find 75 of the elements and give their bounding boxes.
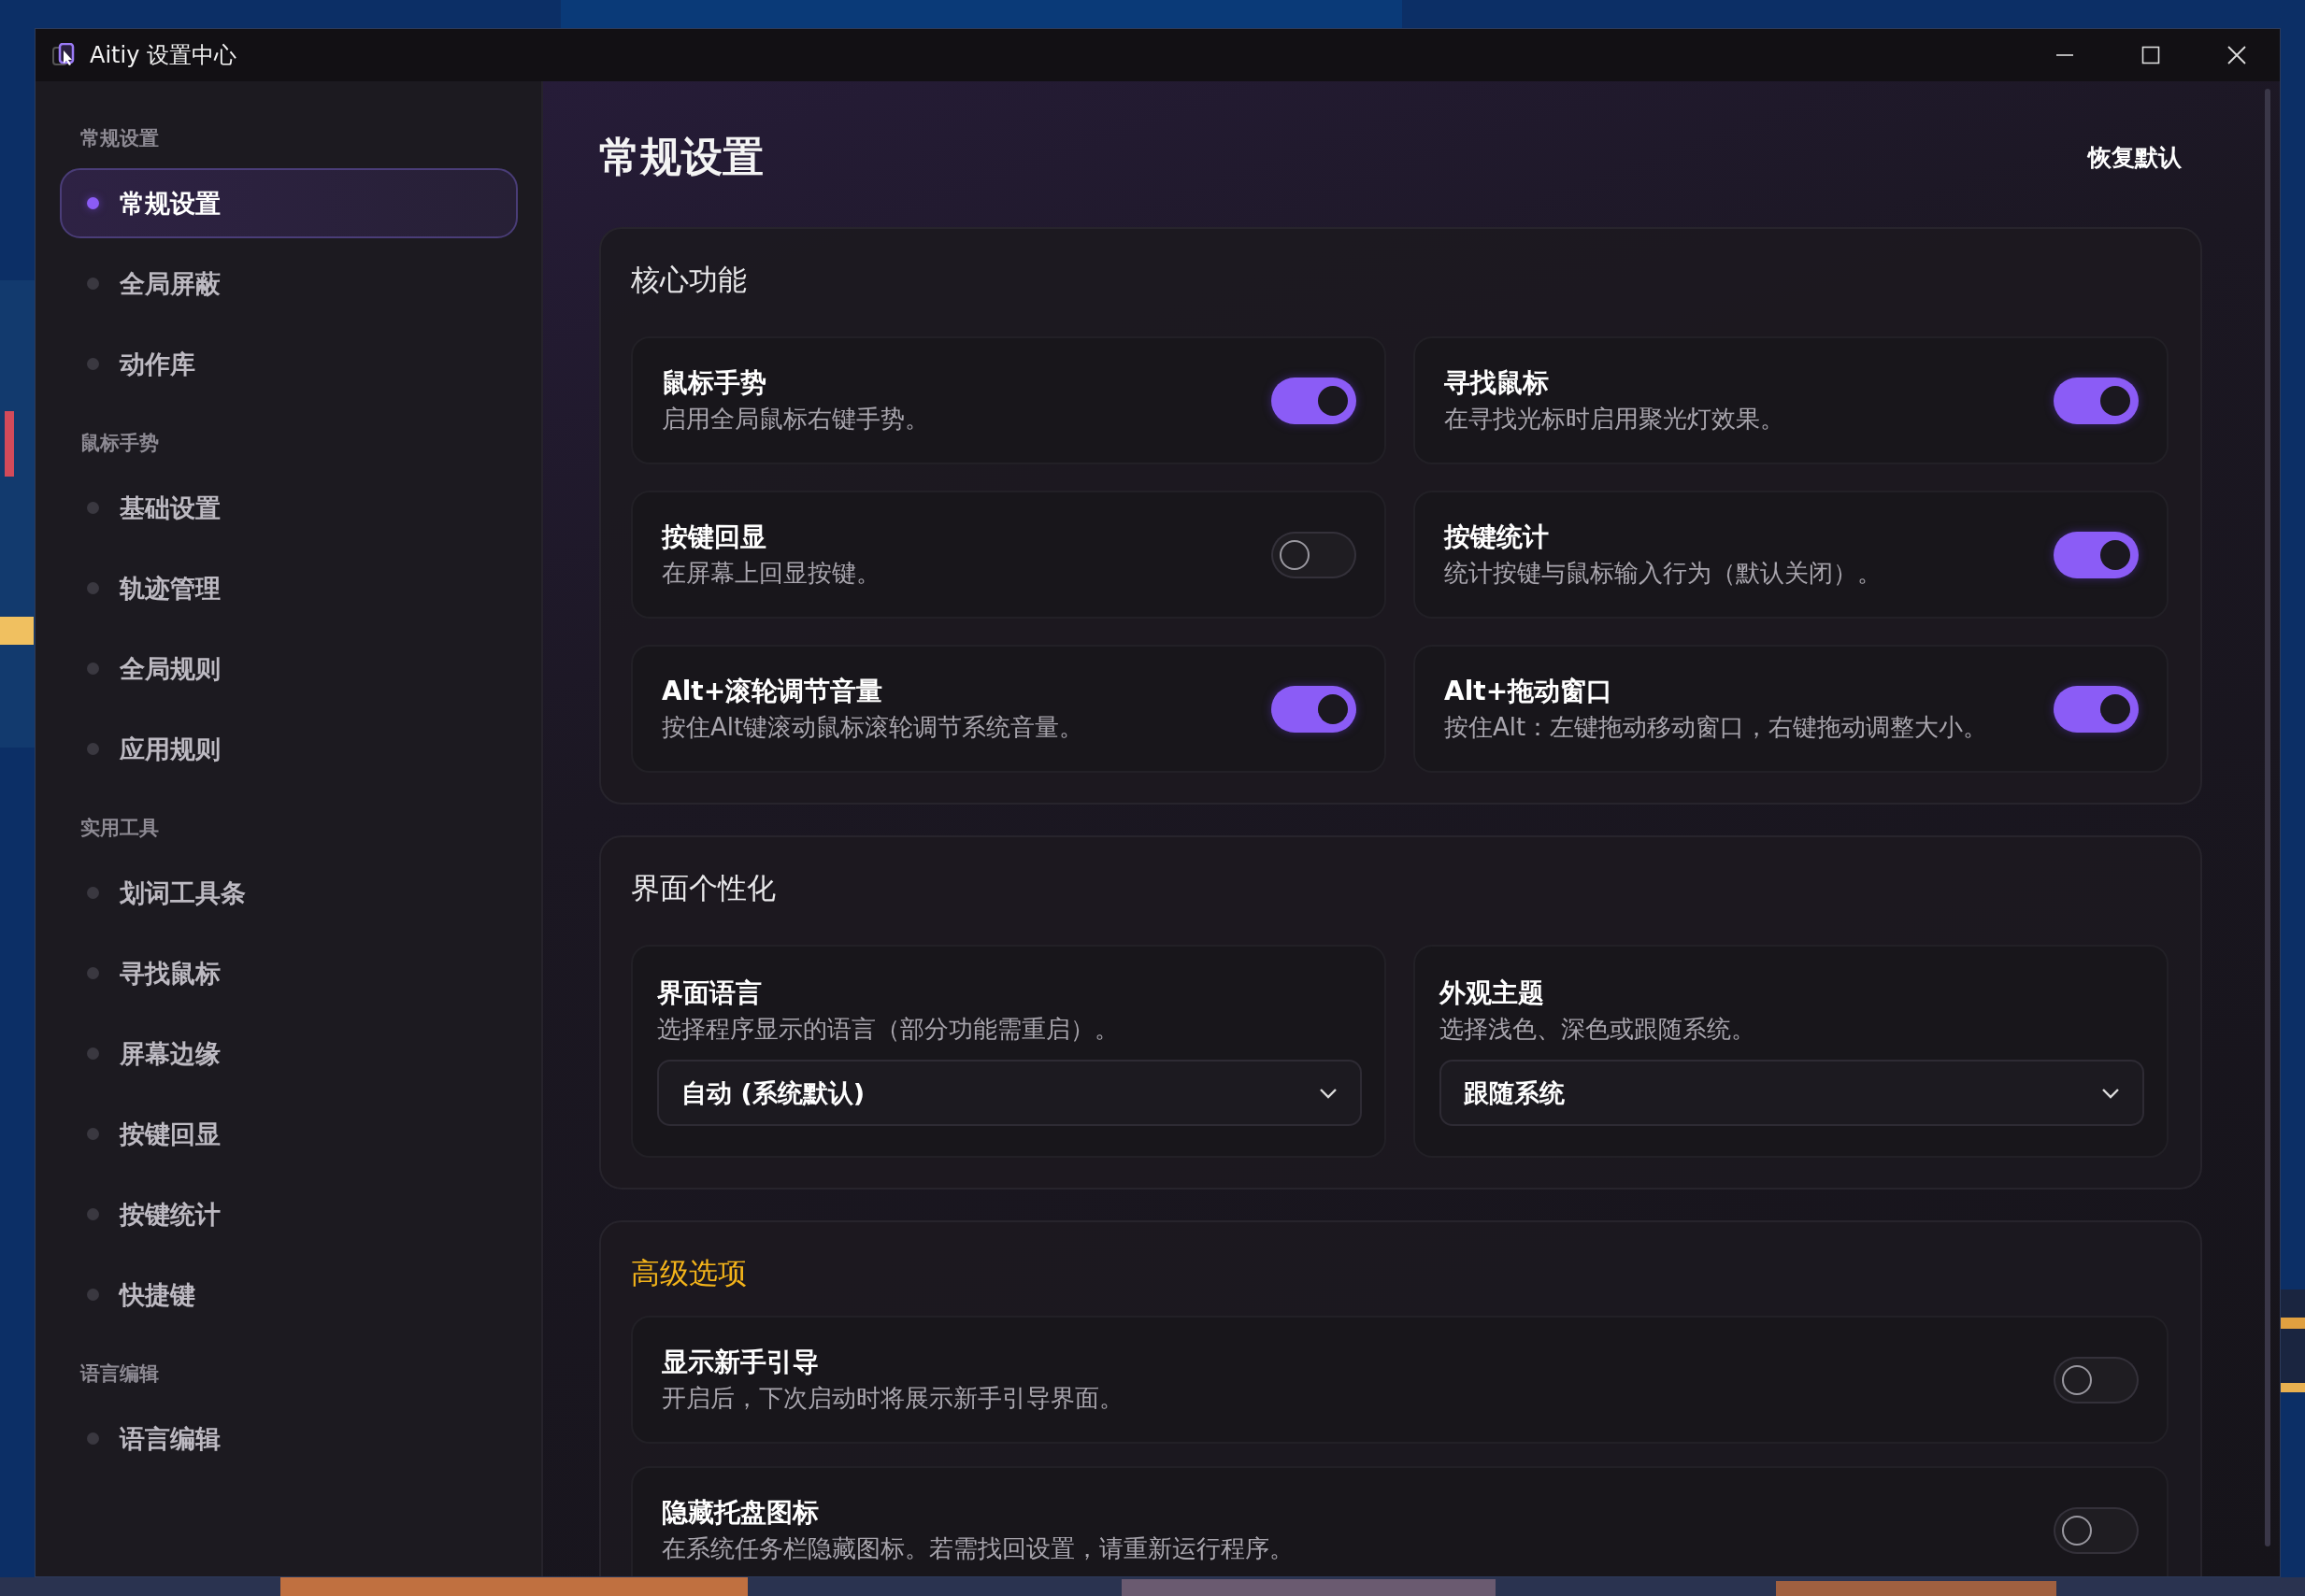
dot-icon	[87, 1047, 99, 1060]
dot-icon	[87, 278, 99, 290]
nav-item[interactable]: 轨迹管理	[60, 553, 518, 623]
nav-item[interactable]: 全局规则	[60, 634, 518, 704]
dot-icon	[87, 967, 99, 979]
dot-icon	[87, 582, 99, 594]
dropdown[interactable]: 自动 (系统默认)	[657, 1060, 1362, 1126]
setting-title: 界面语言	[657, 976, 762, 1010]
setting-title: 寻找鼠标	[1444, 365, 1549, 400]
setting-description: 统计按键与鼠标输入行为（默认关闭）。	[1444, 557, 1882, 589]
card-title: 高级选项	[631, 1255, 747, 1291]
setting-description: 按住Alt：左键拖动移动窗口，右键拖动调整大小。	[1444, 711, 1988, 743]
setting-description: 启用全局鼠标右键手势。	[662, 403, 929, 435]
setting-title: 按键统计	[1444, 520, 1549, 554]
card-title: 界面个性化	[631, 870, 776, 906]
toggle-switch[interactable]	[2054, 685, 2139, 733]
setting-title: Alt+滚轮调节音量	[662, 674, 883, 708]
toggle-switch[interactable]	[2054, 1506, 2139, 1554]
nav-item[interactable]: 动作库	[60, 329, 518, 399]
setting-description: 在寻找光标时启用聚光灯效果。	[1444, 403, 1784, 435]
reset-button[interactable]: 恢复默认	[2068, 131, 2202, 184]
section-heading: 语言编辑	[80, 1361, 160, 1387]
setting-title: 鼠标手势	[662, 365, 766, 400]
nav-item[interactable]: 按键统计	[60, 1179, 518, 1249]
dropdown[interactable]: 跟随系统	[1439, 1060, 2144, 1126]
scrollbar-thumb[interactable]	[2265, 89, 2270, 1546]
toggle-switch[interactable]	[2054, 1356, 2139, 1404]
dot-icon	[87, 197, 99, 209]
setting-description: 在屏幕上回显按键。	[662, 557, 880, 589]
setting-description: 选择浅色、深色或跟随系统。	[1439, 1014, 1755, 1045]
setting-title: Alt+拖动窗口	[1444, 674, 1613, 708]
section-heading: 鼠标手势	[80, 431, 160, 456]
dot-icon	[87, 663, 99, 675]
toggle-switch[interactable]	[1271, 377, 1356, 424]
app-icon	[52, 43, 77, 67]
page-title: 常规设置	[599, 132, 764, 182]
setting-description: 选择程序显示的语言（部分功能需重启）。	[657, 1014, 1119, 1045]
nav-item[interactable]: 全局屏蔽	[60, 249, 518, 319]
nav-item[interactable]: 应用规则	[60, 714, 518, 784]
dot-icon	[87, 1208, 99, 1220]
nav-item[interactable]: 按键回显	[60, 1099, 518, 1169]
dot-icon	[87, 887, 99, 899]
nav-item[interactable]: 快捷键	[60, 1260, 518, 1330]
setting-title: 外观主题	[1439, 976, 1544, 1010]
minimize-icon	[2055, 54, 2074, 56]
nav-item[interactable]: 寻找鼠标	[60, 938, 518, 1008]
nav-item[interactable]: 屏幕边缘	[60, 1019, 518, 1089]
setting-title: 显示新手引导	[662, 1345, 819, 1379]
setting-title: 隐藏托盘图标	[662, 1495, 819, 1530]
dot-icon	[87, 1432, 99, 1445]
dot-icon	[87, 1128, 99, 1140]
toggle-switch[interactable]	[2054, 377, 2139, 424]
maximize-icon	[2141, 46, 2160, 64]
dot-icon	[87, 1289, 99, 1301]
toggle-switch[interactable]	[2054, 531, 2139, 578]
setting-title: 按键回显	[662, 520, 766, 554]
setting-description: 在系统任务栏隐藏图标。若需找回设置，请重新运行程序。	[662, 1532, 1294, 1564]
caret-icon	[1319, 1087, 1338, 1099]
toggle-switch[interactable]	[1271, 531, 1356, 578]
nav-item[interactable]: 划词工具条	[60, 858, 518, 928]
close-icon	[2226, 45, 2247, 65]
section-heading: 实用工具	[80, 816, 160, 841]
caret-icon	[2101, 1087, 2120, 1099]
window-title: Aitiy 设置中心	[90, 41, 236, 70]
dot-icon	[87, 743, 99, 755]
toggle-switch[interactable]	[1271, 685, 1356, 733]
nav-item[interactable]: 常规设置	[60, 168, 518, 238]
setting-description: 开启后，下次启动时将展示新手引导界面。	[662, 1382, 1124, 1414]
card-title: 核心功能	[631, 262, 747, 298]
nav-item[interactable]: 基础设置	[60, 473, 518, 543]
section-heading: 常规设置	[80, 126, 160, 151]
nav-item[interactable]: 语言编辑	[60, 1404, 518, 1474]
setting-description: 按住Alt键滚动鼠标滚轮调节系统音量。	[662, 711, 1084, 743]
dot-icon	[87, 358, 99, 370]
dot-icon	[87, 502, 99, 514]
